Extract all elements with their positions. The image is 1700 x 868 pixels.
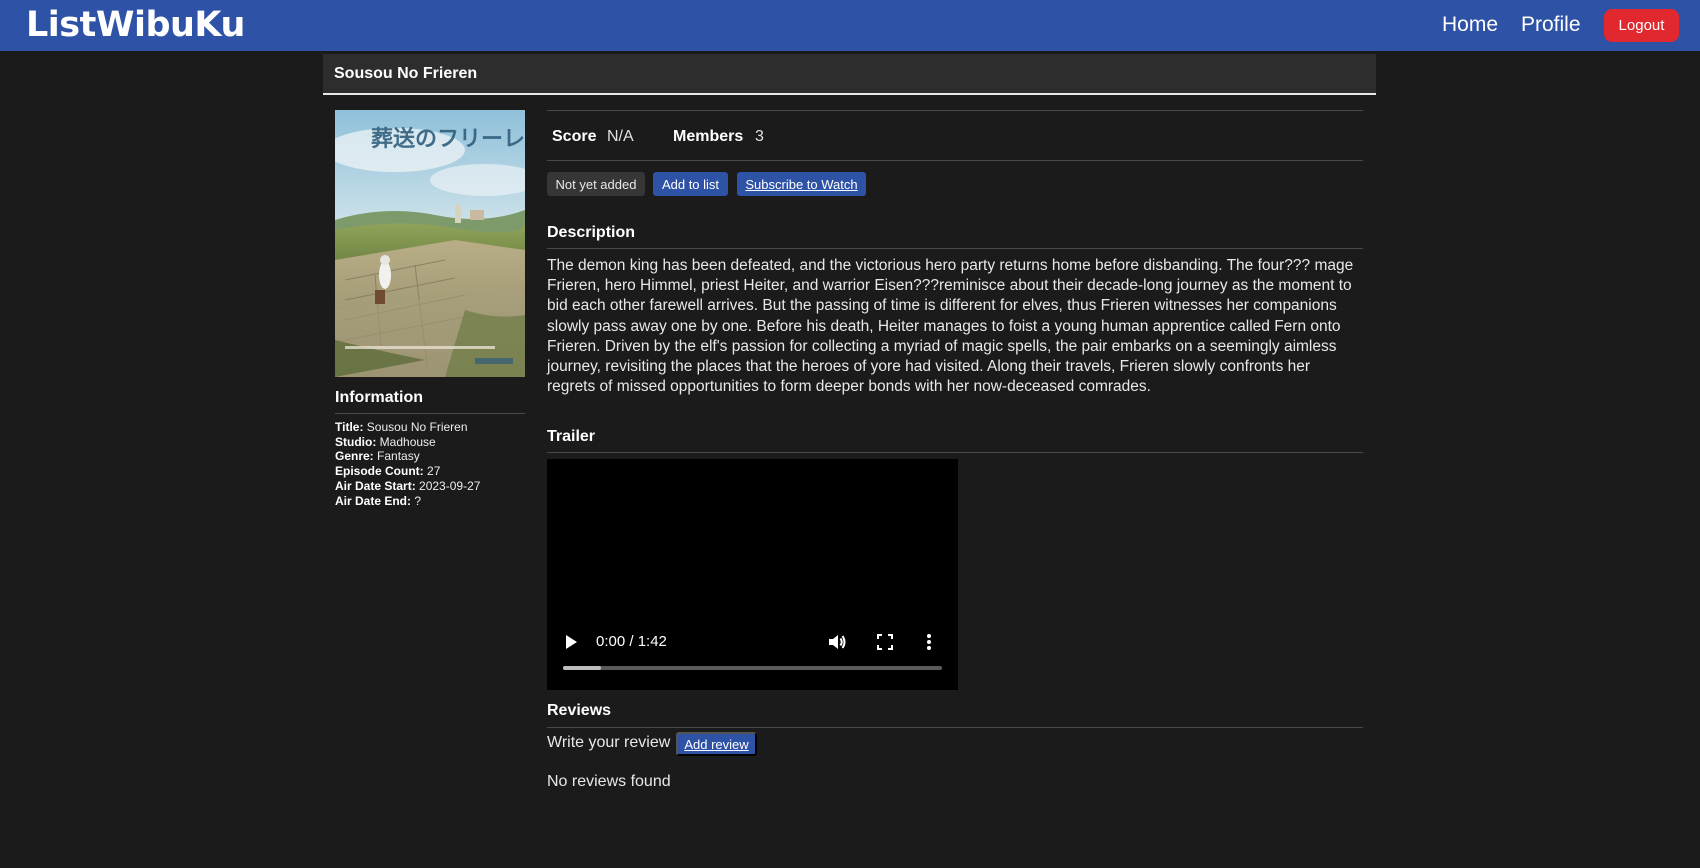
stats-top-divider <box>547 110 1363 111</box>
trailer-video-player[interactable]: 0:00 / 1:42 <box>547 459 958 690</box>
trailer-heading: Trailer <box>547 428 596 445</box>
info-row-genre: Genre: Fantasy <box>335 449 420 464</box>
info-row-episode-count: Episode Count: 27 <box>335 464 441 479</box>
info-row-air-date-start: Air Date Start: 2023-09-27 <box>335 478 481 493</box>
video-buffer-fill <box>563 666 601 670</box>
brand-logo[interactable]: ListWibuKu <box>26 5 245 45</box>
logout-button[interactable]: Logout <box>1604 9 1679 42</box>
no-reviews-text: No reviews found <box>547 773 671 790</box>
more-options-icon[interactable] <box>926 633 932 656</box>
nav-profile-link[interactable]: Profile <box>1521 13 1581 37</box>
play-icon[interactable] <box>563 633 579 656</box>
info-row-title: Title: Sousou No Frieren <box>335 420 468 434</box>
description-heading: Description <box>547 224 636 241</box>
add-to-list-button[interactable]: Add to list <box>653 172 728 196</box>
members-label: Members <box>673 128 744 145</box>
information-divider <box>335 413 525 414</box>
anime-title-bar: Sousou No Frieren <box>323 54 1376 95</box>
information-heading: Information <box>335 389 423 406</box>
add-review-button[interactable]: Add review <box>676 732 757 756</box>
reviews-divider <box>547 727 1363 728</box>
score-label: Score <box>552 128 597 145</box>
reviews-heading: Reviews <box>547 702 612 719</box>
description-text: The demon king has been defeated, and th… <box>547 257 1354 396</box>
nav-home-link[interactable]: Home <box>1442 13 1498 37</box>
members-value: 3 <box>755 128 764 145</box>
description-divider <box>547 248 1363 249</box>
info-row-air-date-end: Air Date End: ? <box>335 493 422 508</box>
svg-text:葬送のフリーレン: 葬送のフリーレン <box>371 126 525 152</box>
info-row-studio: Studio: Madhouse <box>335 434 436 449</box>
page-title: Sousou No Frieren <box>334 65 478 82</box>
video-time-display: 0:00 / 1:42 <box>596 633 667 650</box>
list-status-badge: Not yet added <box>547 172 645 196</box>
volume-icon[interactable] <box>827 633 847 656</box>
score-value: N/A <box>607 128 634 145</box>
stats-bottom-divider <box>547 160 1363 161</box>
trailer-divider <box>547 452 1363 453</box>
information-list: Title: Sousou No Frieren Studio: Madhous… <box>335 420 480 508</box>
video-progress-bar[interactable] <box>563 666 942 670</box>
fullscreen-icon[interactable] <box>877 634 893 655</box>
write-review-label: Write your review <box>547 734 671 751</box>
top-navbar: ListWibuKu Home Profile Logout <box>0 0 1700 51</box>
subscribe-button[interactable]: Subscribe to Watch <box>737 172 866 196</box>
anime-cover-image: 葬送のフリーレン <box>335 110 525 377</box>
